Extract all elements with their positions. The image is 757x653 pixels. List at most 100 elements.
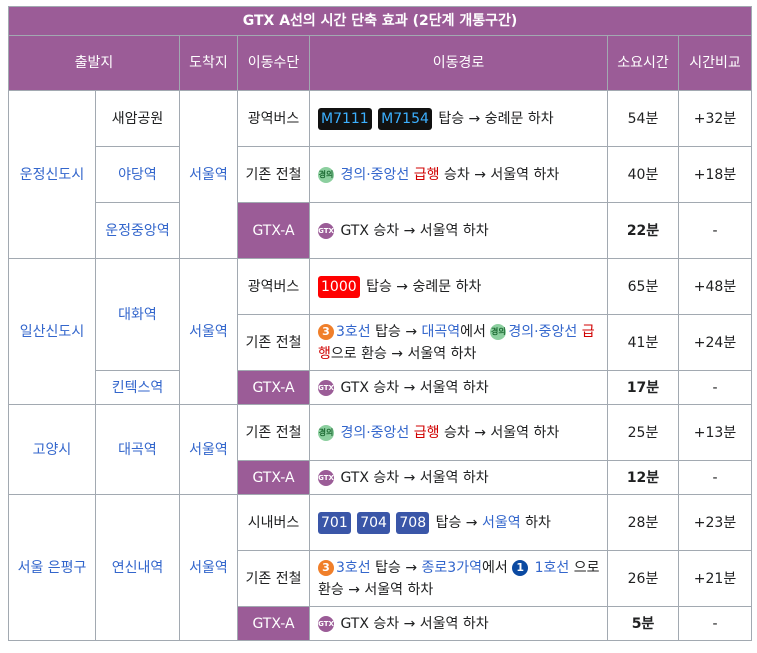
- line-link[interactable]: 3호선: [336, 560, 371, 576]
- table-row: 운정중앙역 GTX-A GTX GTX 승차 → 서울역 하차 22분 -: [9, 202, 753, 259]
- station-cell: 새암공원: [95, 90, 180, 147]
- gtx-icon: GTX: [318, 222, 334, 239]
- gtx-icon: GTX: [318, 379, 334, 396]
- route-text: 탑승 →: [375, 559, 418, 576]
- duration-cell: 22분: [607, 202, 679, 259]
- route-cell: GTX GTX 승차 → 서울역 하차: [309, 370, 608, 405]
- line3-icon: 3: [318, 323, 334, 340]
- station-cell[interactable]: 킨텍스역: [95, 370, 180, 405]
- transfer-link[interactable]: 종로3가역: [422, 560, 482, 576]
- transport-cell: 기존 전철: [237, 314, 310, 371]
- duration-cell: 26분: [607, 550, 679, 607]
- region-cell[interactable]: 일산신도시: [8, 258, 96, 405]
- station-cell[interactable]: 연신내역: [95, 494, 180, 641]
- table-row: 운정신도시 새암공원 서울역 광역버스 M7111 M7154 탑승 → 숭례문…: [8, 90, 753, 259]
- route-cell: 3 3호선 탑승 → 대곡역에서 경의 경의·중앙선 급행으로 환승 → 서울역 하…: [309, 314, 608, 371]
- station-cell[interactable]: 대화역: [95, 258, 180, 371]
- compare-cell: -: [677, 370, 753, 405]
- route-text: 에서: [460, 323, 486, 340]
- bus-badge: 708: [396, 511, 430, 534]
- line-link[interactable]: 1호선: [535, 560, 570, 576]
- route-text: 승차 → 서울역 하차: [443, 424, 560, 441]
- gtx-icon: GTX: [318, 615, 334, 632]
- transport-cell: 기존 전철: [237, 404, 310, 461]
- table-row: 야당역 기존 전철 경의 경의·중앙선 급행 승차 → 서울역 하차 40분 +…: [9, 146, 753, 203]
- table-row: 킨텍스역 GTX-A GTX GTX 승차 → 서울역 하차 17분 -: [9, 370, 753, 405]
- duration-cell: 65분: [607, 258, 679, 315]
- region-cell[interactable]: 운정신도시: [8, 90, 96, 259]
- compare-cell: -: [677, 460, 753, 495]
- duration-cell: 28분: [607, 494, 679, 551]
- destination-cell[interactable]: 서울역: [179, 90, 238, 259]
- route-link[interactable]: 서울역: [482, 515, 521, 531]
- region-cell[interactable]: 서울 은평구: [8, 494, 96, 641]
- route-text: 하차: [525, 514, 551, 531]
- line-link[interactable]: 3호선: [336, 324, 371, 340]
- destination-cell[interactable]: 서울역: [179, 404, 238, 495]
- station-cell[interactable]: 야당역: [95, 146, 180, 203]
- transport-cell: 시내버스: [237, 494, 310, 551]
- route-cell: 701 704 708 탑승 → 서울역 하차: [309, 494, 608, 551]
- compare-cell: +32분: [677, 90, 753, 147]
- route-text: 으로 환승 → 서울역 하차: [330, 345, 477, 362]
- transport-cell: 광역버스: [237, 258, 310, 315]
- express-label: 급행: [413, 166, 440, 183]
- bus-badge: 1000: [318, 275, 360, 298]
- station-cell[interactable]: 운정중앙역: [95, 202, 180, 259]
- duration-cell: 25분: [607, 404, 679, 461]
- route-cell: 3 3호선 탑승 → 종로3가역에서 1 1호선 으로 환승 → 서울역 하차: [309, 550, 608, 607]
- gtx-icon: GTX: [318, 469, 334, 486]
- compare-cell: +21분: [677, 550, 753, 607]
- route-text: GTX 승차 → 서울역 하차: [340, 222, 489, 239]
- compare-cell: -: [677, 606, 753, 641]
- route-cell: 경의 경의·중앙선 급행 승차 → 서울역 하차: [309, 146, 608, 203]
- table-title: GTX A선의 시간 단축 효과 (2단계 개통구간): [7, 6, 753, 36]
- compare-cell: +23분: [677, 494, 753, 551]
- route-cell: M7111 M7154 탑승 → 숭례문 하차: [309, 90, 608, 147]
- route-text: 승차 → 서울역 하차: [443, 166, 560, 183]
- header-duration: 소요시간: [607, 35, 679, 91]
- compare-cell: -: [677, 202, 753, 259]
- route-text: GTX 승차 → 서울역 하차: [340, 615, 489, 632]
- route-cell: GTX GTX 승차 → 서울역 하차: [309, 460, 608, 495]
- transport-cell: GTX-A: [237, 606, 310, 641]
- bus-badge: 701: [318, 511, 351, 534]
- route-cell: GTX GTX 승차 → 서울역 하차: [309, 202, 608, 259]
- header-origin: 출발지: [8, 35, 180, 91]
- line-link[interactable]: 경의·중앙선: [340, 425, 409, 441]
- bus-badge: M7154: [378, 107, 432, 130]
- duration-cell: 5분: [607, 606, 679, 641]
- line-link[interactable]: 경의·중앙선: [340, 167, 409, 183]
- transport-cell: 기존 전철: [237, 146, 310, 203]
- bus-badge: M7111: [318, 107, 372, 130]
- route-cell: GTX GTX 승차 → 서울역 하차: [309, 606, 608, 641]
- transport-cell: 기존 전철: [237, 550, 310, 607]
- line3-icon: 3: [318, 559, 334, 576]
- header-destination: 도착지: [179, 35, 238, 91]
- compare-cell: +18분: [677, 146, 753, 203]
- gyeongui-line-icon: 경의: [318, 166, 334, 183]
- transport-cell: 광역버스: [237, 90, 310, 147]
- transfer-link[interactable]: 대곡역: [422, 324, 461, 340]
- region-cell[interactable]: 고양시: [8, 404, 96, 495]
- transport-cell: GTX-A: [237, 460, 310, 495]
- compare-cell: +24분: [677, 314, 753, 371]
- header-transport: 이동수단: [237, 35, 310, 91]
- duration-cell: 41분: [607, 314, 679, 371]
- gyeongui-line-icon: 경의: [318, 424, 334, 441]
- header-compare: 시간비교: [677, 35, 753, 91]
- route-cell: 1000 탑승 → 숭례문 하차: [309, 258, 608, 315]
- header-route: 이동경로: [309, 35, 608, 91]
- station-cell[interactable]: 대곡역: [95, 404, 180, 495]
- line-link[interactable]: 경의·중앙선: [508, 324, 577, 340]
- route-text: GTX 승차 → 서울역 하차: [340, 469, 489, 486]
- compare-cell: +13분: [677, 404, 753, 461]
- destination-cell[interactable]: 서울역: [179, 258, 238, 405]
- transport-cell: GTX-A: [237, 202, 310, 259]
- gyeongui-line-icon: 경의: [490, 323, 507, 340]
- route-cell: 경의 경의·중앙선 급행 승차 → 서울역 하차: [309, 404, 608, 461]
- duration-cell: 12분: [607, 460, 679, 495]
- express-label: 급행: [413, 424, 440, 441]
- table-row: 서울 은평구 연신내역 서울역 시내버스 701 704 708 탑승 → 서울…: [8, 494, 753, 641]
- destination-cell[interactable]: 서울역: [179, 494, 238, 641]
